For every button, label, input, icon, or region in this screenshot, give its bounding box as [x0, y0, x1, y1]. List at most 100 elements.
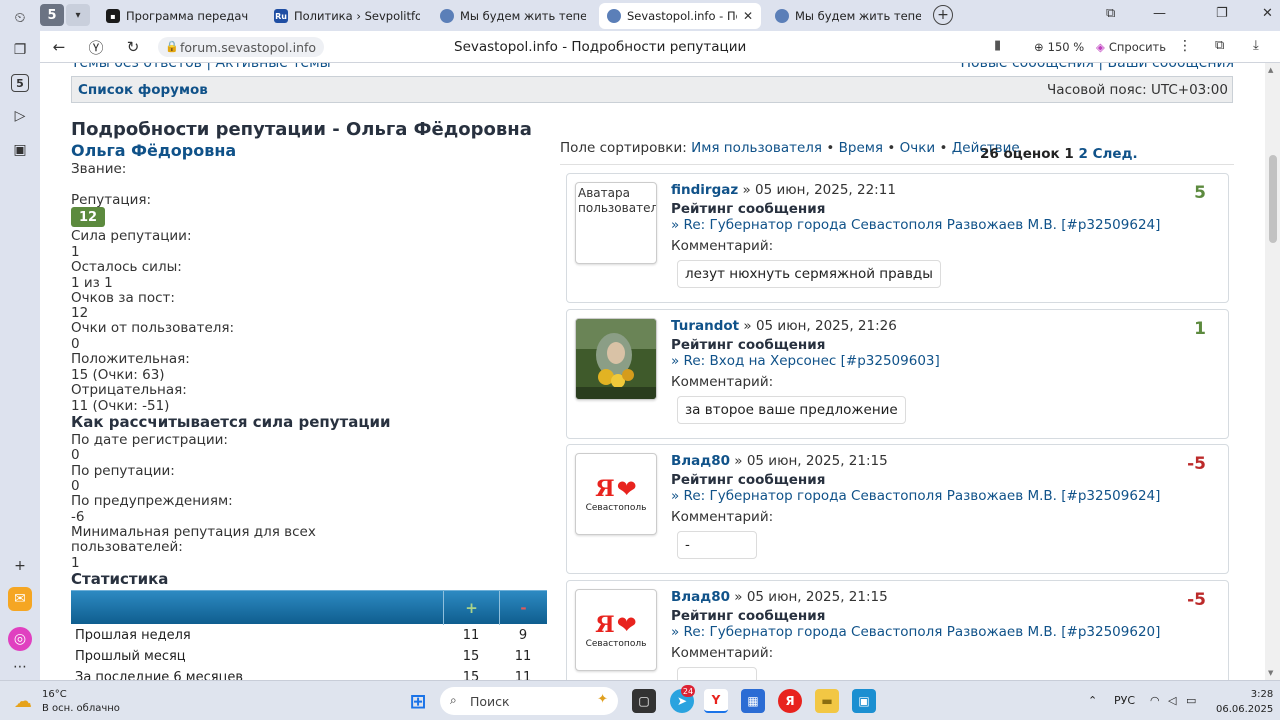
rating-author: Влад80 » 05 июн, 2025, 21:15 [671, 453, 888, 469]
language-indicator[interactable]: РУС [1114, 694, 1135, 707]
clock[interactable]: 3:28 06.06.2025 [1216, 687, 1273, 717]
collections-icon[interactable]: ❐ [8, 38, 32, 62]
user-link[interactable]: findirgaz [671, 182, 738, 198]
sort-bar: Поле сортировки: Имя пользователя • Врем… [560, 140, 1020, 156]
url-field[interactable]: 🔒 forum.sevastopol.info [158, 37, 325, 57]
top-links-right[interactable]: Новые сообщения | Ваши сообщения [961, 63, 1235, 71]
weather-text: В осн. облачно [42, 702, 120, 714]
rating-type: Рейтинг сообщения [671, 337, 826, 353]
post-link[interactable]: » Re: Губернатор города Севастополя Разв… [671, 217, 1160, 233]
tab-forum-2[interactable]: Мы будем жить теперь по [767, 3, 929, 29]
field-value: 0 [71, 478, 80, 494]
messenger-icon[interactable]: ✉ [8, 587, 32, 611]
chevron-up-icon[interactable]: ⌃ [1088, 694, 1097, 707]
yandex-icon[interactable]: Ⓨ [85, 37, 107, 57]
stats-table-header: + - [71, 590, 547, 625]
rating-type: Рейтинг сообщения [671, 472, 826, 488]
remote-desktop-icon[interactable]: ▣ [852, 689, 876, 713]
rating-points: 1 [1194, 319, 1206, 339]
field-value: 0 [71, 447, 80, 463]
rating-type: Рейтинг сообщения [671, 608, 826, 624]
file-explorer-icon[interactable]: ▬ [815, 689, 839, 713]
history-icon[interactable]: ⏲ [8, 6, 32, 30]
play-icon[interactable]: ▷ [8, 104, 32, 128]
lock-icon: 🔒 [165, 40, 179, 53]
sort-by-points[interactable]: Очки [900, 140, 936, 156]
heart-icon: ❤ [616, 610, 637, 639]
tab-politics[interactable]: Ru Политика › Sevpolitforum [266, 3, 428, 29]
close-tab-icon[interactable]: ✕ [743, 9, 753, 23]
address-bar: ← Ⓨ ↻ 🔒 forum.sevastopol.info Sevastopol… [40, 31, 1280, 63]
minimize-icon[interactable]: — [1153, 6, 1166, 21]
bookmark-icon[interactable]: ▮ [994, 38, 1001, 53]
more-menu-icon[interactable]: ⋮ [1178, 38, 1192, 54]
rating-count: 26 оценок [980, 146, 1060, 162]
tab-counter-icon[interactable]: 5 [8, 71, 32, 95]
store-icon[interactable]: ▦ [741, 689, 765, 713]
ask-button[interactable]: ◈ Спросить [1090, 37, 1172, 57]
volume-icon[interactable]: ◁ [1168, 694, 1176, 707]
avatar[interactable]: Я ❤ Севастополь [575, 589, 657, 671]
username-link[interactable]: Ольга Фёдоровна [71, 141, 236, 160]
next-page-link[interactable]: След. [1093, 146, 1138, 162]
post-link[interactable]: » Re: Губернатор города Севастополя Разв… [671, 624, 1160, 640]
start-windows-icon[interactable]: ⊞ [406, 689, 430, 713]
tab-sevastopol-info[interactable]: Sevastopol.info - Подро ✕ [599, 3, 761, 29]
collections-icon[interactable]: ⧉ [1215, 38, 1224, 53]
reload-icon[interactable]: ↻ [122, 37, 144, 57]
tab-count-badge[interactable]: 5 [40, 4, 64, 26]
close-window-icon[interactable]: ✕ [1262, 6, 1273, 21]
screenshot-icon[interactable]: ▣ [8, 138, 32, 162]
ru-favicon-icon: Ru [274, 9, 288, 23]
alice-icon[interactable]: ◎ [8, 627, 32, 651]
table-row: За последние 6 месяцев 15 11 [75, 670, 532, 680]
taskbar: ☁ 16°C В осн. облачно ⊞ ⌕ Поиск ✦ ▢ ➤ 24… [0, 680, 1280, 720]
tab-forum-1[interactable]: Мы будем жить теперь по [432, 3, 594, 29]
field-value: 12 [71, 305, 89, 321]
taskbar-search[interactable]: ⌕ Поиск ✦ [440, 687, 618, 715]
page-content: Темы без ответов | Активные темы Новые с… [40, 63, 1265, 680]
page-scrollbar[interactable]: ▲ ▼ [1265, 63, 1280, 680]
user-link[interactable]: Turandot [671, 318, 739, 334]
field-label: По дате регистрации: [71, 432, 228, 448]
sort-by-time[interactable]: Время [839, 140, 883, 156]
task-view-icon[interactable]: ▢ [632, 689, 656, 713]
post-link[interactable]: » Re: Губернатор города Севастополя Разв… [671, 488, 1160, 504]
avatar[interactable]: Аватара пользователя [575, 182, 657, 264]
top-links-left[interactable]: Темы без ответов | Активные темы [71, 63, 331, 71]
sort-by-username[interactable]: Имя пользователя [691, 140, 822, 156]
temperature: 16°C [42, 689, 67, 700]
tab-sync-icon[interactable]: ⧉ [1106, 6, 1115, 21]
scroll-up-icon[interactable]: ▲ [1268, 66, 1273, 74]
scroll-thumb[interactable] [1269, 155, 1277, 243]
comment-box: - [677, 531, 757, 559]
avatar[interactable]: Я ❤ Севастополь [575, 453, 657, 535]
rating-points: 5 [1194, 183, 1206, 203]
yandex-browser-icon[interactable]: Y [704, 689, 728, 713]
field-label: По предупреждениям: [71, 493, 233, 509]
field-label: Отрицательная: [71, 382, 187, 398]
wifi-icon[interactable]: ◠ [1150, 694, 1160, 707]
yandex-icon[interactable]: Я [778, 689, 802, 713]
download-icon[interactable]: ⤓ [1253, 38, 1259, 53]
zoom-button[interactable]: ⊕ 150 % [1028, 37, 1090, 57]
avatar[interactable] [575, 318, 657, 400]
back-icon[interactable]: ← [48, 37, 70, 57]
page-2-link[interactable]: 2 [1079, 146, 1088, 162]
settings-icon[interactable]: ⋯ [8, 655, 32, 679]
new-tab-button[interactable]: + [933, 5, 953, 25]
add-panel-icon[interactable]: + [8, 554, 32, 578]
restore-icon[interactable]: ❐ [1216, 6, 1228, 21]
scroll-down-icon[interactable]: ▼ [1268, 669, 1273, 677]
ya-sevastopol-logo: Я ❤ Севастополь [585, 610, 647, 649]
forum-list-link[interactable]: Список форумов [78, 82, 208, 98]
post-link[interactable]: » Re: Вход на Херсонес [#p32509603] [671, 353, 940, 369]
tab-tv-program[interactable]: ▪ Программа передач ТВ — [98, 3, 258, 29]
forum-favicon-icon [440, 9, 454, 23]
user-link[interactable]: Влад80 [671, 453, 730, 469]
chevron-down-icon[interactable]: ▾ [66, 4, 90, 26]
battery-icon[interactable]: ▭ [1186, 694, 1196, 707]
user-link[interactable]: Влад80 [671, 589, 730, 605]
page-title: Sevastopol.info - Подробности репутации [454, 39, 747, 55]
comment-box: за второе ваше предложение [677, 396, 906, 424]
